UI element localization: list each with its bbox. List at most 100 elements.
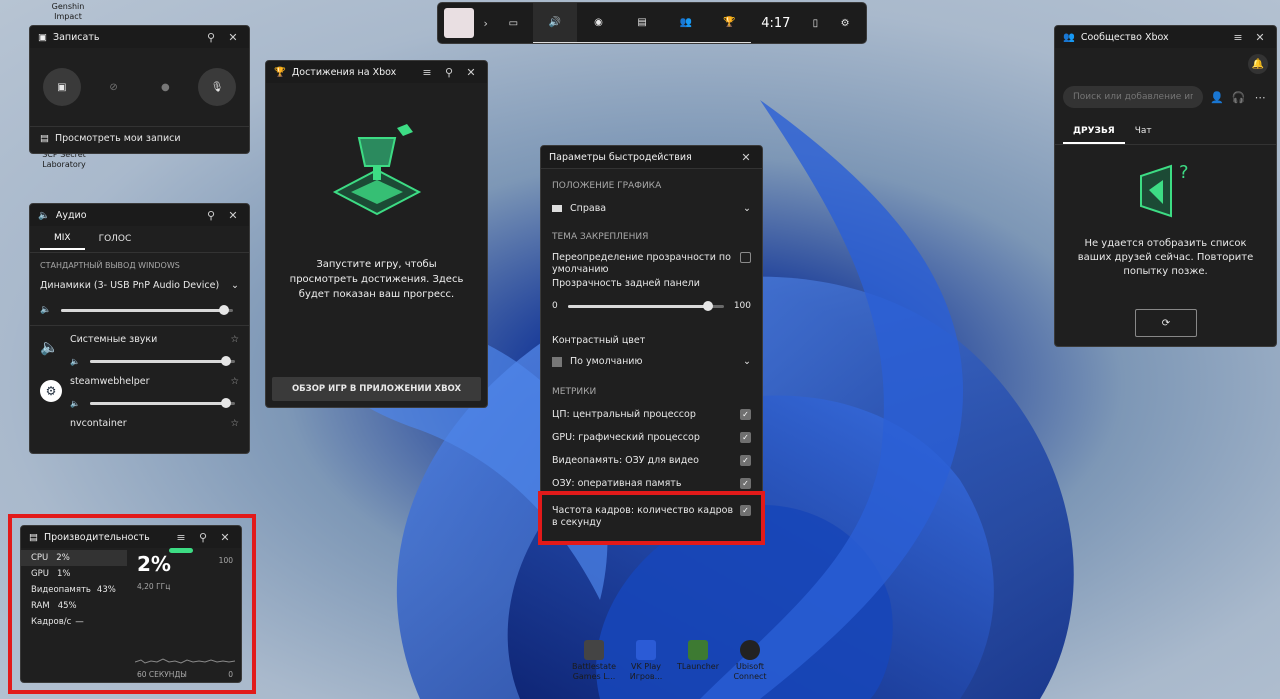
graph-position-value: Справа (570, 203, 607, 214)
metric-label: ОЗУ: оперативная память (552, 478, 682, 489)
chevron-right-icon[interactable]: › (478, 15, 494, 31)
close-icon[interactable]: ✕ (1252, 29, 1268, 45)
people-icon: 👥 (1063, 31, 1075, 43)
settings-sliders-icon[interactable]: ≡ (419, 64, 435, 80)
app-name: steamwebhelper (70, 376, 150, 387)
trophy-icon: 🏆 (274, 66, 286, 78)
social-error-illustration: ? (1055, 145, 1276, 237)
chevron-down-icon: ⌄ (231, 280, 239, 291)
metric-label: Видеопамять: ОЗУ для видео (552, 455, 699, 466)
speaker-icon: 🔈 (40, 305, 52, 315)
avatar[interactable] (444, 8, 474, 38)
window-right-icon (552, 205, 562, 212)
audio-widget-icon[interactable]: 🔊 (533, 3, 577, 43)
view-recordings-link[interactable]: ▤ Просмотреть мои записи (30, 127, 249, 150)
graph-position-select[interactable]: Справа ⌄ (541, 197, 762, 220)
output-device-select[interactable]: Динамики (3- USB PnP Audio Device) ⌄ (30, 276, 249, 295)
metric-checkbox[interactable]: ✓ (740, 455, 751, 466)
tab-friends[interactable]: ДРУЗЬЯ (1063, 120, 1125, 144)
desktop-icon-genshin[interactable]: Genshin Impact (42, 2, 94, 22)
browse-games-button[interactable]: ОБЗОР ИГР В ПРИЛОЖЕНИИ XBOX (272, 377, 481, 401)
star-icon[interactable]: ☆ (230, 376, 239, 387)
speaker-icon: 🔈 (70, 399, 80, 408)
mic-off-button[interactable]: 🎙 (198, 68, 237, 106)
metrics-label: МЕТРИКИ (552, 387, 597, 397)
desktop-icon-battlestate[interactable]: Battlestate Games L... (568, 640, 620, 682)
transparency-slider[interactable] (567, 300, 724, 311)
transparency-override-checkbox[interactable] (740, 252, 751, 263)
tab-voice[interactable]: ГОЛОС (85, 229, 146, 249)
capture-title: Записать (52, 31, 100, 43)
desktop-icon-ubisoft[interactable]: Ubisoft Connect (724, 640, 776, 682)
desktop-icon-label: Ubisoft Connect (733, 662, 767, 681)
social-widget-icon[interactable]: 👥 (663, 3, 708, 43)
app-row-steam: ⚙ steamwebhelper ☆ 🔈 (30, 366, 249, 408)
xbox-social-header: 👥 Сообщество Xbox ≡ ✕ (1055, 26, 1276, 48)
add-friend-icon[interactable]: 👤 (1209, 89, 1225, 105)
broken-link-icon: ? (1139, 162, 1188, 218)
settings-sliders-icon[interactable]: ≡ (1230, 29, 1246, 45)
camera-icon: ▣ (38, 31, 47, 43)
more-icon[interactable]: ⋯ (1252, 89, 1268, 105)
pin-icon[interactable]: ⚲ (203, 29, 219, 45)
audio-title: Аудио (55, 209, 87, 221)
desktop-icon-vkplay[interactable]: VK Play Игров... (620, 640, 672, 682)
xbox-social-panel: 👥 Сообщество Xbox ≡ ✕ 🔔 👤 🎧 ⋯ ДРУЗЬЯ Чат… (1054, 25, 1277, 347)
master-volume-row: 🔈 (30, 295, 249, 325)
close-icon[interactable]: ✕ (738, 149, 754, 165)
app-volume-slider[interactable] (89, 356, 235, 366)
tab-mix[interactable]: MIX (40, 228, 85, 250)
app-name: Системные звуки (70, 334, 158, 345)
master-volume-slider[interactable] (61, 304, 233, 315)
close-icon[interactable]: ✕ (225, 207, 241, 223)
color-swatch (552, 356, 562, 367)
retry-button[interactable]: ⟳ (1135, 309, 1197, 337)
tab-chat[interactable]: Чат (1125, 120, 1162, 144)
perf-settings-title: Параметры быстродействия (549, 151, 692, 163)
bell-icon[interactable]: 🔔 (1248, 54, 1268, 74)
close-icon[interactable]: ✕ (225, 29, 241, 45)
app-name: nvcontainer (70, 418, 127, 429)
record-button[interactable]: ● (146, 68, 184, 106)
headset-icon[interactable]: 🎧 (1231, 89, 1247, 105)
desktop-icon-label: VK Play Игров... (629, 662, 663, 681)
achievements-title: Достижения на Xbox (291, 66, 397, 78)
metric-label: GPU: графический процессор (552, 432, 700, 443)
slider-min: 0 (552, 301, 558, 311)
achievements-message: Запустите игру, чтобы просмотреть достиж… (289, 259, 464, 300)
accent-color-select[interactable]: По умолчанию ⌄ (541, 352, 762, 371)
perf-settings-panel: Параметры быстродействия ✕ ПОЛОЖЕНИЕ ГРА… (540, 145, 763, 543)
speaker-icon: 🔈 (70, 357, 80, 366)
steam-icon: ⚙ (40, 380, 62, 402)
gear-icon[interactable]: ⚙ (830, 18, 860, 29)
record-last-button[interactable]: ⊘ (95, 68, 133, 106)
transparency-slider-row: 0 100 (541, 291, 762, 321)
close-icon[interactable]: ✕ (463, 64, 479, 80)
capture-buttons: ▣ ⊘ ● 🎙 (30, 48, 249, 126)
desktop-icon-label: Genshin Impact (51, 2, 85, 21)
trophy-illustration-icon (332, 124, 421, 216)
view-recordings-label: Просмотреть мои записи (54, 133, 181, 144)
speaker-icon: 🔈 (38, 209, 50, 221)
metric-checkbox[interactable]: ✓ (740, 409, 751, 420)
capture-widget-icon[interactable]: ◉ (576, 3, 621, 43)
trophy-icon[interactable]: 🏆 (707, 3, 752, 43)
app-volume-slider[interactable] (89, 398, 235, 408)
screenshot-button[interactable]: ▣ (42, 68, 81, 106)
star-icon[interactable]: ☆ (230, 334, 239, 345)
metric-checkbox[interactable]: ✓ (740, 432, 751, 443)
metric-gpu-row: GPU: графический процессор ✓ (541, 426, 762, 449)
desktop-icon-tlauncher[interactable]: TLauncher (672, 640, 724, 672)
metric-checkbox[interactable]: ✓ (740, 478, 751, 489)
performance-widget-icon[interactable]: ▤ (620, 3, 664, 43)
system-sounds-icon: 🔈 (40, 338, 59, 356)
desktop-icon-label: TLauncher (676, 662, 720, 671)
metric-vram-row: Видеопамять: ОЗУ для видео ✓ (541, 449, 762, 472)
social-search-input[interactable] (1063, 86, 1203, 108)
star-icon[interactable]: ☆ (230, 418, 239, 429)
highlight-fps-setting (538, 491, 765, 545)
widget-menu-icon[interactable]: ▭ (494, 3, 534, 43)
pin-icon[interactable]: ⚲ (441, 64, 457, 80)
mouse-icon[interactable]: ▯ (801, 18, 831, 29)
pin-icon[interactable]: ⚲ (203, 207, 219, 223)
